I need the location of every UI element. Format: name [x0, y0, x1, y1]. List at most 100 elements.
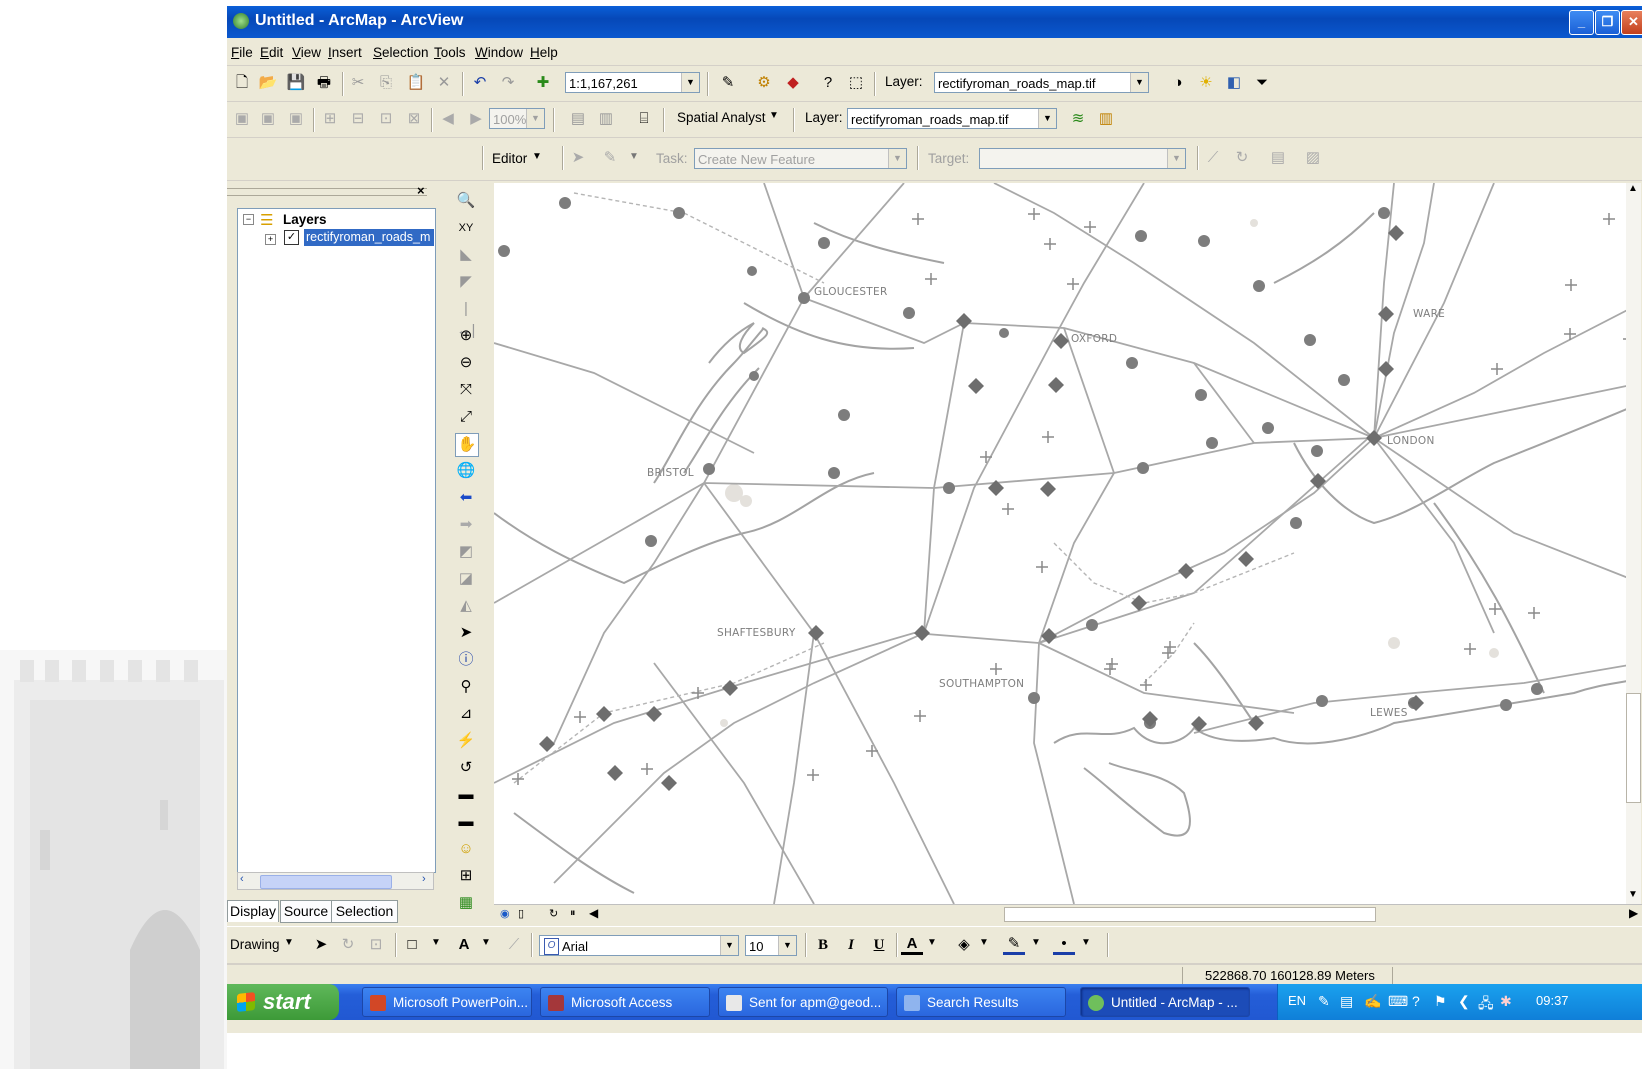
fixed-zoom-out-icon[interactable]: ⊟	[347, 108, 369, 130]
open-icon[interactable]: 📂	[257, 72, 279, 94]
chevron-down-icon[interactable]: ▼	[629, 151, 639, 162]
scroll-thumb[interactable]	[260, 875, 392, 889]
undo-icon[interactable]: ↶	[469, 72, 491, 94]
minimize-button[interactable]: _	[1569, 10, 1594, 35]
brightness-icon[interactable]: ☀	[1195, 72, 1217, 94]
table-tool-icon[interactable]: ⊞	[455, 865, 477, 887]
rotate-icon[interactable]: ↻	[337, 934, 359, 956]
target-combo[interactable]: ▼	[979, 148, 1186, 169]
edit-vertices-icon[interactable]: ⟋	[503, 934, 525, 956]
draw-icon[interactable]: ✍	[1364, 993, 1381, 1010]
back-extent-icon[interactable]: ◀	[437, 108, 459, 130]
tab-selection[interactable]: Selection	[331, 900, 398, 923]
map-display[interactable]: GLOUCESTER OXFORD WARE LONDON BRISTOL SH…	[494, 183, 1641, 904]
hyperlink-icon[interactable]: ⚡	[455, 730, 477, 752]
back-arrow-icon[interactable]: ⬅	[455, 487, 477, 509]
task-combo[interactable]: Create New Feature ▼	[694, 148, 907, 169]
menu-insert[interactable]: Insert	[328, 45, 362, 60]
clock[interactable]: 09:37	[1536, 993, 1569, 1008]
font-size-combo[interactable]: 10 ▼	[745, 935, 797, 956]
full-extent-globe-icon[interactable]: 🌐	[455, 460, 477, 482]
drawing-menu[interactable]: Drawing	[230, 937, 280, 952]
forward-arrow-icon[interactable]: ➡	[455, 514, 477, 536]
chevron-down-icon[interactable]: ▼	[888, 149, 906, 168]
toggle-draft-icon[interactable]: ▤	[567, 108, 589, 130]
data-tool-icon[interactable]: ▦	[455, 892, 477, 914]
attributes-icon[interactable]: ▤	[1267, 147, 1289, 169]
focus-map-icon[interactable]: ▥	[595, 108, 617, 130]
identify-icon[interactable]: ⓘ	[455, 649, 477, 671]
toolbar-options-icon[interactable]: ⏷	[1251, 72, 1273, 94]
menu-file[interactable]: File	[231, 45, 253, 60]
menu-selection[interactable]: Selection	[373, 45, 429, 60]
collapse-icon[interactable]: −	[243, 214, 254, 225]
scroll-left-icon[interactable]: ‹	[240, 873, 244, 885]
help-icon[interactable]: ?	[1412, 993, 1420, 1009]
go-to-xy-icon[interactable]: XY	[455, 217, 477, 239]
start-button[interactable]: start	[227, 984, 339, 1020]
flicker-icon[interactable]: ▬	[455, 811, 477, 833]
chevron-down-icon[interactable]: ▼	[284, 937, 294, 948]
chevron-down-icon[interactable]: ▼	[769, 110, 779, 121]
print-icon[interactable]: 🖶	[313, 72, 335, 94]
zoom-percent-combo[interactable]: 100% ▼	[489, 108, 545, 129]
chevron-down-icon[interactable]: ▼	[720, 936, 738, 955]
handwriting-icon[interactable]: ▤	[1340, 993, 1353, 1010]
menu-help[interactable]: Help	[530, 45, 558, 60]
task-powerpoint[interactable]: Microsoft PowerPoin...	[362, 987, 532, 1017]
georef-add-point-icon[interactable]: ◣	[455, 244, 477, 266]
new-text-icon[interactable]: A	[453, 934, 475, 956]
model-icon[interactable]: ⬚	[845, 72, 867, 94]
redo-icon[interactable]: ↷	[497, 72, 519, 94]
menu-tools[interactable]: Tools	[434, 45, 466, 60]
select-elements-icon[interactable]: ◭	[455, 595, 477, 617]
select-elements-arrow-icon[interactable]: ➤	[310, 934, 332, 956]
fill-color-icon[interactable]: ◈	[953, 934, 975, 956]
arccatalog-icon[interactable]: ◆	[782, 72, 804, 94]
georef-tool-icon[interactable]: ▣	[257, 108, 279, 130]
task-access[interactable]: Microsoft Access	[540, 987, 710, 1017]
expand-icon[interactable]: +	[265, 234, 276, 245]
spatial-analyst-menu[interactable]: Spatial Analyst	[677, 110, 766, 125]
chevron-down-icon[interactable]: ▼	[681, 73, 699, 92]
contrast-icon[interactable]: ◑	[1167, 72, 1189, 94]
tab-source[interactable]: Source	[280, 900, 332, 923]
chevron-down-icon[interactable]: ▼	[778, 936, 796, 955]
layer-combo[interactable]: rectifyroman_roads_map.tif ▼	[934, 72, 1149, 93]
map-vertical-scrollbar[interactable]: ▲ ▼	[1626, 183, 1641, 904]
chevron-down-icon[interactable]: ▼	[1031, 937, 1041, 948]
font-color-button[interactable]: A	[901, 933, 923, 955]
georef-tool-icon[interactable]: ▣	[285, 108, 307, 130]
full-extent-icon[interactable]: ⊡	[375, 108, 397, 130]
pen-icon[interactable]: ✎	[1318, 993, 1330, 1010]
georef-rotate-icon[interactable]: ◤	[455, 271, 477, 293]
effects-icon[interactable]: ▬	[455, 784, 477, 806]
task-search-results[interactable]: Search Results	[896, 987, 1066, 1017]
histogram-icon[interactable]: ▥	[1095, 108, 1117, 130]
smiley-icon[interactable]: ☺	[455, 838, 477, 860]
chevron-down-icon[interactable]: ▼	[1081, 937, 1091, 948]
chevron-down-icon[interactable]: ▼	[979, 937, 989, 948]
pan-hand-icon[interactable]: ✋	[455, 433, 479, 457]
keyboard-icon[interactable]: ⌨	[1388, 993, 1408, 1010]
scroll-left-icon[interactable]: ◀	[589, 906, 598, 920]
scroll-thumb[interactable]	[1626, 693, 1641, 803]
save-icon[interactable]: 💾	[285, 72, 307, 94]
chevron-down-icon[interactable]: ▼	[1130, 73, 1148, 92]
toc-horizontal-scrollbar[interactable]: ‹ ›	[237, 872, 434, 890]
language-indicator[interactable]: EN	[1288, 993, 1306, 1008]
menu-window[interactable]: Window	[475, 45, 523, 60]
fixed-zoom-in-icon[interactable]: ⊞	[319, 108, 341, 130]
split-tool-icon[interactable]: ⟋	[1202, 147, 1224, 169]
editor-toolbar-icon[interactable]: ✎	[717, 72, 739, 94]
editor-menu[interactable]: Editor	[492, 151, 527, 166]
scroll-right-icon[interactable]: ▶	[1629, 906, 1638, 920]
marker-color-icon[interactable]: •	[1053, 933, 1075, 955]
font-name-combo[interactable]: O Arial ▼	[539, 935, 739, 956]
title-bar[interactable]: Untitled - ArcMap - ArcView _ ❐ ✕	[227, 6, 1642, 38]
measure-tool-icon[interactable]: ⊿	[455, 703, 477, 725]
cut-icon[interactable]: ✂	[347, 72, 369, 94]
chevron-down-icon[interactable]: ▼	[927, 937, 937, 948]
show-hidden-icons[interactable]: ❮	[1458, 993, 1470, 1010]
chevron-down-icon[interactable]: ▼	[431, 937, 441, 948]
